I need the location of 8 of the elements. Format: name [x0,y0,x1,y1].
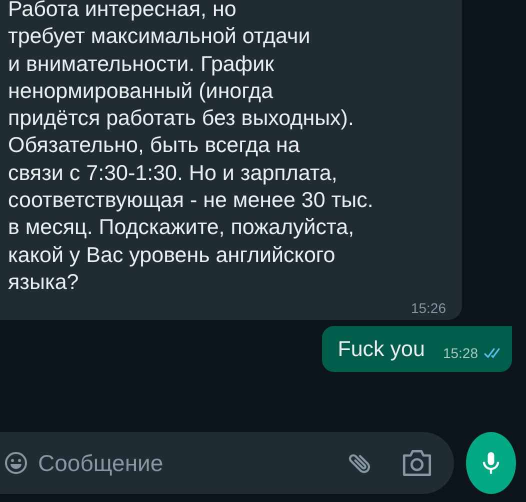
emoji-icon[interactable] [4,451,28,475]
message-input[interactable]: Сообщение [36,448,336,478]
message-field[interactable]: Сообщение [0,432,454,494]
message-time: 15:28 [442,344,478,362]
message-text: Работа интересная, но требует максимальной отдачи и внимательности. График ненормированный (иногда придётся работать без выходных). Обязательно, быть всегда на связи с 7:30-1:30. Но и зарплата, соответствующая - не менее 30 тыс. в месяц. Подскажите, пожалуйста, какой у Вас уровень английского языка? [8,0,374,296]
camera-icon[interactable] [402,449,432,477]
message-text: Fuck you [338,336,425,362]
message-time: 15:26 [410,300,446,316]
